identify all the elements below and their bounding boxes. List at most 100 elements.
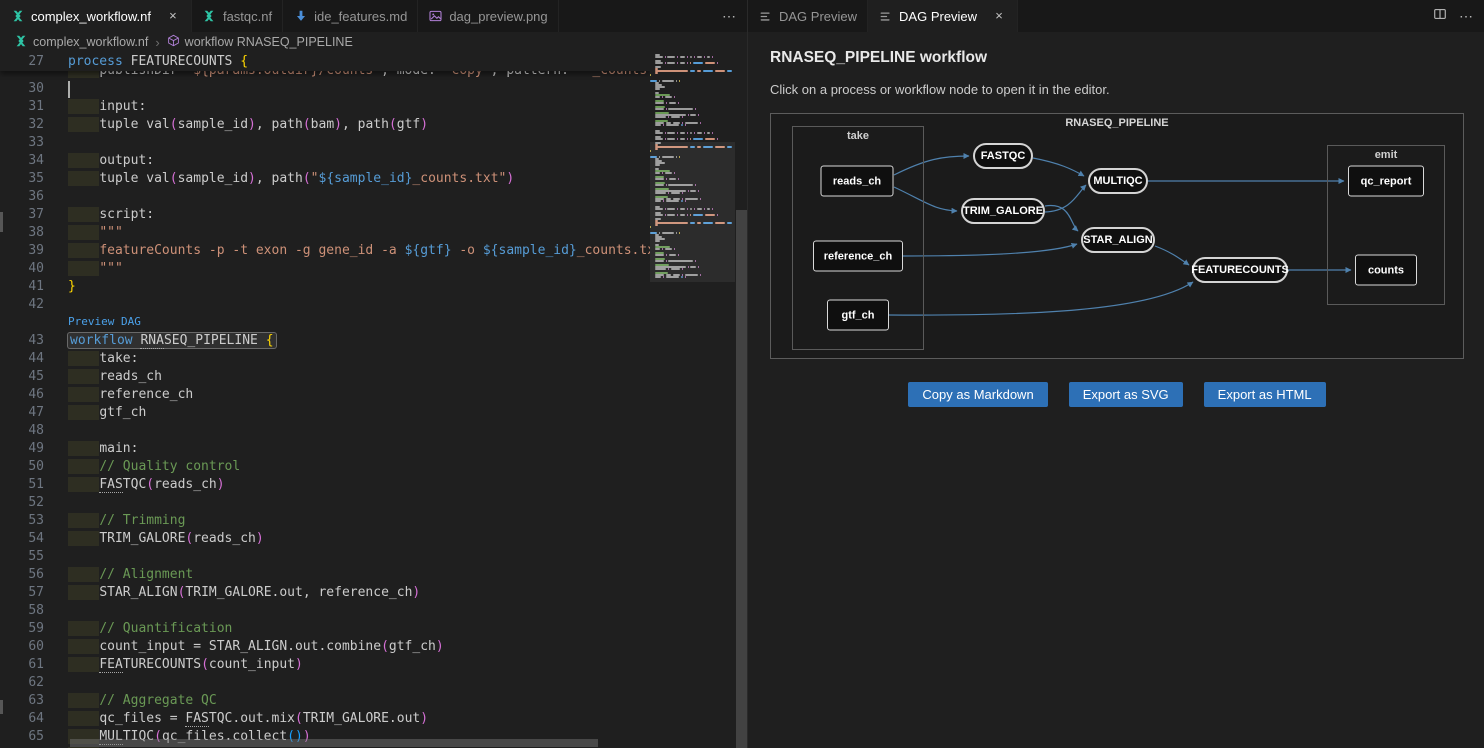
breadcrumb-file[interactable]: complex_workflow.nf xyxy=(33,35,148,49)
code-line-52[interactable]: 52 xyxy=(0,494,650,512)
breadcrumb-separator: › xyxy=(155,35,159,50)
code-editor[interactable]: 27process FEATURECOUNTS { publishDir "${… xyxy=(0,52,747,748)
tab-dag-preview[interactable]: DAG Preview× xyxy=(868,0,1018,32)
copy-as-markdown-button[interactable]: Copy as Markdown xyxy=(908,382,1047,407)
code-line-63[interactable]: 63 // Aggregate QC xyxy=(0,692,650,710)
code-lines[interactable]: 3031 input:32 tuple val(sample_id), path… xyxy=(0,80,650,748)
horizontal-scrollbar-thumb[interactable] xyxy=(70,739,598,747)
line-number: 46 xyxy=(0,386,44,404)
panel-subtitle: Click on a process or workflow node to o… xyxy=(770,82,1484,97)
code-line-57[interactable]: 57 STAR_ALIGN(TRIM_GALORE.out, reference… xyxy=(0,584,650,602)
code-line-54[interactable]: 54 TRIM_GALORE(reads_ch) xyxy=(0,530,650,548)
code-text: output: xyxy=(44,152,154,170)
workbench: complex_workflow.nf×fastqc.nfide_feature… xyxy=(0,0,1484,748)
line-number: 63 xyxy=(0,692,44,710)
dag-node-multiqc[interactable]: MULTIQC xyxy=(1088,168,1148,194)
dag-node-gtf_ch[interactable]: gtf_ch xyxy=(827,300,889,331)
dag-node-reads_ch[interactable]: reads_ch xyxy=(821,166,894,197)
dag-node-counts[interactable]: counts xyxy=(1355,255,1417,286)
code-text: TRIM_GALORE(reads_ch) xyxy=(44,530,264,548)
dag-edge-trim_galore-to-star_align xyxy=(1045,206,1078,231)
code-line-60[interactable]: 60 count_input = STAR_ALIGN.out.combine(… xyxy=(0,638,650,656)
code-line-36[interactable]: 36 xyxy=(0,188,650,206)
code-line-44[interactable]: 44 take: xyxy=(0,350,650,368)
code-line-33[interactable]: 33 xyxy=(0,134,650,152)
code-line-34[interactable]: 34 output: xyxy=(0,152,650,170)
codelens-preview-dag[interactable]: Preview DAG xyxy=(0,314,650,332)
line-number: 37 xyxy=(0,206,44,224)
line-number: 42 xyxy=(0,296,44,314)
nextflow-icon xyxy=(202,9,217,24)
export-buttons: Copy as Markdown Export as SVG Export as H… xyxy=(770,382,1464,407)
tab-complex-workflow-nf[interactable]: complex_workflow.nf× xyxy=(0,0,192,32)
line-number: 61 xyxy=(0,656,44,674)
more-actions-icon[interactable]: ⋯ xyxy=(722,8,737,25)
code-line-43[interactable]: 43workflow RNASEQ_PIPELINE { xyxy=(0,332,650,350)
code-line-64[interactable]: 64 qc_files = FASTQC.out.mix(TRIM_GALORE… xyxy=(0,710,650,728)
tab-ide-features-md[interactable]: ide_features.md xyxy=(283,0,418,32)
dag-node-star_align[interactable]: STAR_ALIGN xyxy=(1081,227,1155,253)
code-line-40[interactable]: 40 """ xyxy=(0,260,650,278)
dag-node-featurecounts[interactable]: FEATURECOUNTS xyxy=(1192,257,1288,283)
code-line-32[interactable]: 32 tuple val(sample_id), path(bam), path… xyxy=(0,116,650,134)
code-line-31[interactable]: 31 input: xyxy=(0,98,650,116)
code-line-58[interactable]: 58 xyxy=(0,602,650,620)
code-line-50[interactable]: 50 // Quality control xyxy=(0,458,650,476)
split-editor-icon[interactable] xyxy=(1433,7,1447,26)
breadcrumb[interactable]: complex_workflow.nf › workflow RNASEQ_PI… xyxy=(0,32,747,52)
code-line-35[interactable]: 35 tuple val(sample_id), path("${sample_… xyxy=(0,170,650,188)
code-text: STAR_ALIGN(TRIM_GALORE.out, reference_ch… xyxy=(44,584,420,602)
line-number: 59 xyxy=(0,620,44,638)
minimap-slider[interactable] xyxy=(650,142,735,282)
code-line-61[interactable]: 61 FEATURECOUNTS(count_input) xyxy=(0,656,650,674)
editor-group-left: complex_workflow.nf×fastqc.nfide_feature… xyxy=(0,0,748,748)
more-actions-icon[interactable]: ⋯ xyxy=(1459,8,1474,25)
markdown-icon xyxy=(293,9,308,24)
tab-label: dag_preview.png xyxy=(449,9,547,24)
close-icon[interactable]: × xyxy=(165,8,181,24)
line-number: 51 xyxy=(0,476,44,494)
sticky-scroll-line[interactable]: 27process FEATURECOUNTS { xyxy=(0,52,650,71)
tab-dag-preview-png[interactable]: dag_preview.png xyxy=(418,0,558,32)
code-line-55[interactable]: 55 xyxy=(0,548,650,566)
vertical-scrollbar-thumb[interactable] xyxy=(736,210,747,748)
code-line-49[interactable]: 49 main: xyxy=(0,440,650,458)
code-line-42[interactable]: 42 xyxy=(0,296,650,314)
code-line-39[interactable]: 39 featureCounts -p -t exon -g gene_id -… xyxy=(0,242,650,260)
breadcrumb-symbol[interactable]: workflow RNASEQ_PIPELINE xyxy=(185,35,353,49)
dag-edge-gtf_ch-to-featurecounts xyxy=(889,282,1193,315)
code-line-62[interactable]: 62 xyxy=(0,674,650,692)
dag-node-qc_report[interactable]: qc_report xyxy=(1348,166,1424,197)
code-line-46[interactable]: 46 reference_ch xyxy=(0,386,650,404)
dag-node-fastqc[interactable]: FASTQC xyxy=(973,143,1033,169)
code-line-53[interactable]: 53 // Trimming xyxy=(0,512,650,530)
code-line-51[interactable]: 51 FASTQC(reads_ch) xyxy=(0,476,650,494)
line-number: 35 xyxy=(0,170,44,188)
dag-node-trim_galore[interactable]: TRIM_GALORE xyxy=(961,198,1045,224)
code-line-27[interactable]: 27process FEATURECOUNTS { xyxy=(0,52,650,71)
export-as-svg-button[interactable]: Export as SVG xyxy=(1069,382,1183,407)
minimap[interactable] xyxy=(650,52,735,748)
clipped-code-line[interactable]: publishDir "${params.outdir}/counts", mo… xyxy=(0,71,650,80)
code-line-41[interactable]: 41} xyxy=(0,278,650,296)
vertical-scrollbar[interactable] xyxy=(735,52,748,748)
code-line-[interactable]: publishDir "${params.outdir}/counts", mo… xyxy=(0,71,650,80)
code-line-30[interactable]: 30 xyxy=(0,80,650,98)
preview-icon xyxy=(878,9,893,24)
export-as-html-button[interactable]: Export as HTML xyxy=(1204,382,1326,407)
code-line-37[interactable]: 37 script: xyxy=(0,206,650,224)
code-line-45[interactable]: 45 reads_ch xyxy=(0,368,650,386)
code-line-47[interactable]: 47 gtf_ch xyxy=(0,404,650,422)
code-text: """ xyxy=(44,260,123,278)
code-line-48[interactable]: 48 xyxy=(0,422,650,440)
code-text xyxy=(44,548,68,566)
tab-dag-preview[interactable]: DAG Preview xyxy=(748,0,868,32)
tab-fastqc-nf[interactable]: fastqc.nf xyxy=(192,0,283,32)
line-number: 40 xyxy=(0,260,44,278)
close-icon[interactable]: × xyxy=(991,8,1007,24)
code-line-38[interactable]: 38 """ xyxy=(0,224,650,242)
code-line-56[interactable]: 56 // Alignment xyxy=(0,566,650,584)
line-number: 44 xyxy=(0,350,44,368)
code-line-59[interactable]: 59 // Quantification xyxy=(0,620,650,638)
dag-node-reference_ch[interactable]: reference_ch xyxy=(813,241,903,272)
